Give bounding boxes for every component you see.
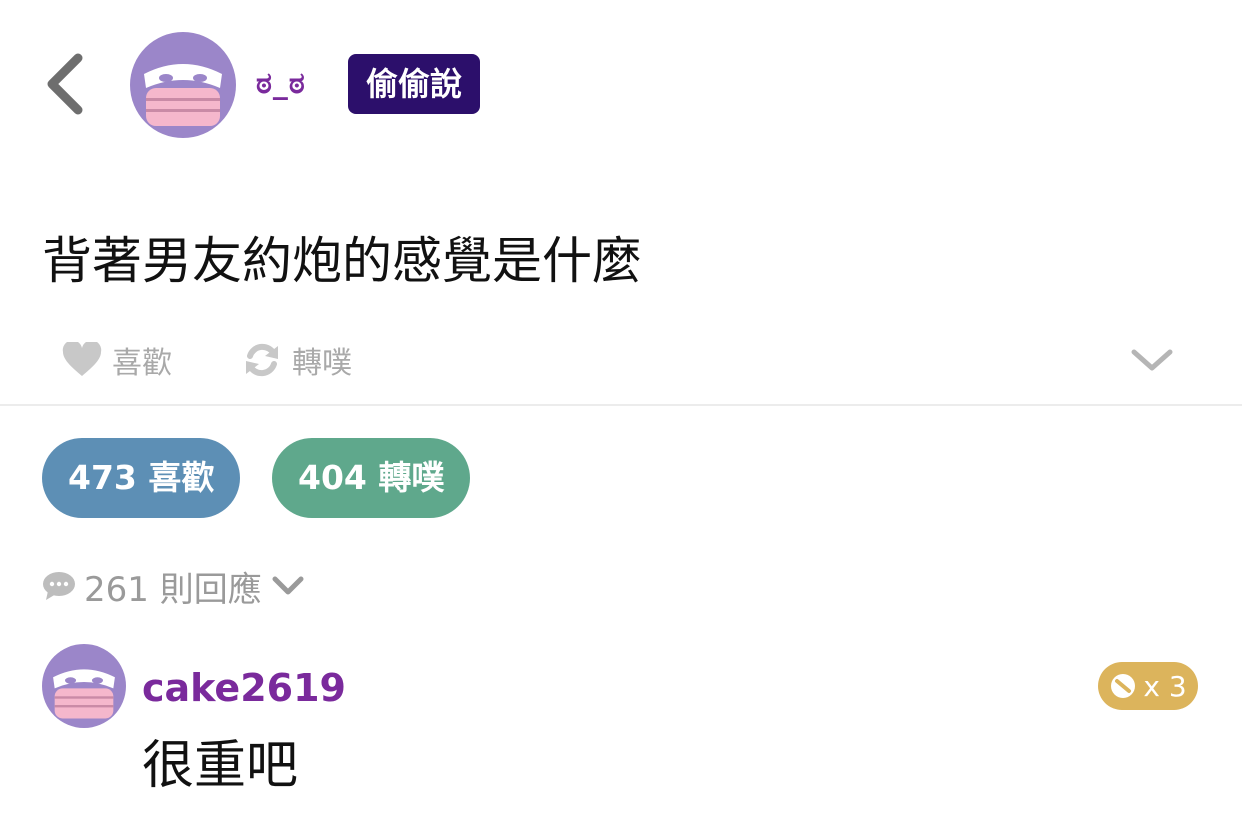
karma-icon: [1111, 674, 1136, 698]
masked-face-avatar-icon: [42, 644, 126, 728]
like-button[interactable]: 喜歡: [62, 335, 172, 385]
author-name[interactable]: ಠ_ಠ: [256, 58, 306, 110]
karma-count: x 3: [1143, 669, 1187, 703]
anonymous-badge: 偷偷說: [348, 54, 481, 114]
replurk-button[interactable]: 轉噗: [242, 335, 352, 385]
back-button[interactable]: [40, 52, 94, 116]
masked-face-avatar-icon: [130, 32, 236, 138]
refresh-icon: [246, 343, 278, 377]
chevron-down-icon: [1131, 349, 1173, 371]
chevron-down-icon: [272, 576, 304, 595]
like-label: 喜歡: [112, 346, 172, 381]
heart-icon: [62, 342, 102, 376]
chevron-left-icon: [47, 53, 83, 115]
expand-menu-button[interactable]: [1128, 340, 1176, 380]
responses-count-label: 261 則回應: [84, 569, 262, 610]
commenter-username[interactable]: cake2619: [142, 660, 346, 716]
responses-toggle[interactable]: 261 則回應: [42, 558, 306, 614]
comment-text: 很重吧: [142, 736, 299, 796]
speech-bubble-icon: [43, 572, 75, 600]
commenter-avatar[interactable]: [42, 644, 126, 728]
replurk-label: 轉噗: [292, 346, 352, 381]
likes-count-pill[interactable]: 473 喜歡: [42, 438, 241, 518]
replurks-count-pill[interactable]: 404 轉噗: [272, 438, 471, 518]
post-content: 背著男友約炮的感覺是什麼: [42, 232, 642, 290]
author-avatar[interactable]: [130, 32, 236, 138]
divider: [0, 404, 1242, 406]
karma-badge: x 3: [1098, 662, 1198, 710]
